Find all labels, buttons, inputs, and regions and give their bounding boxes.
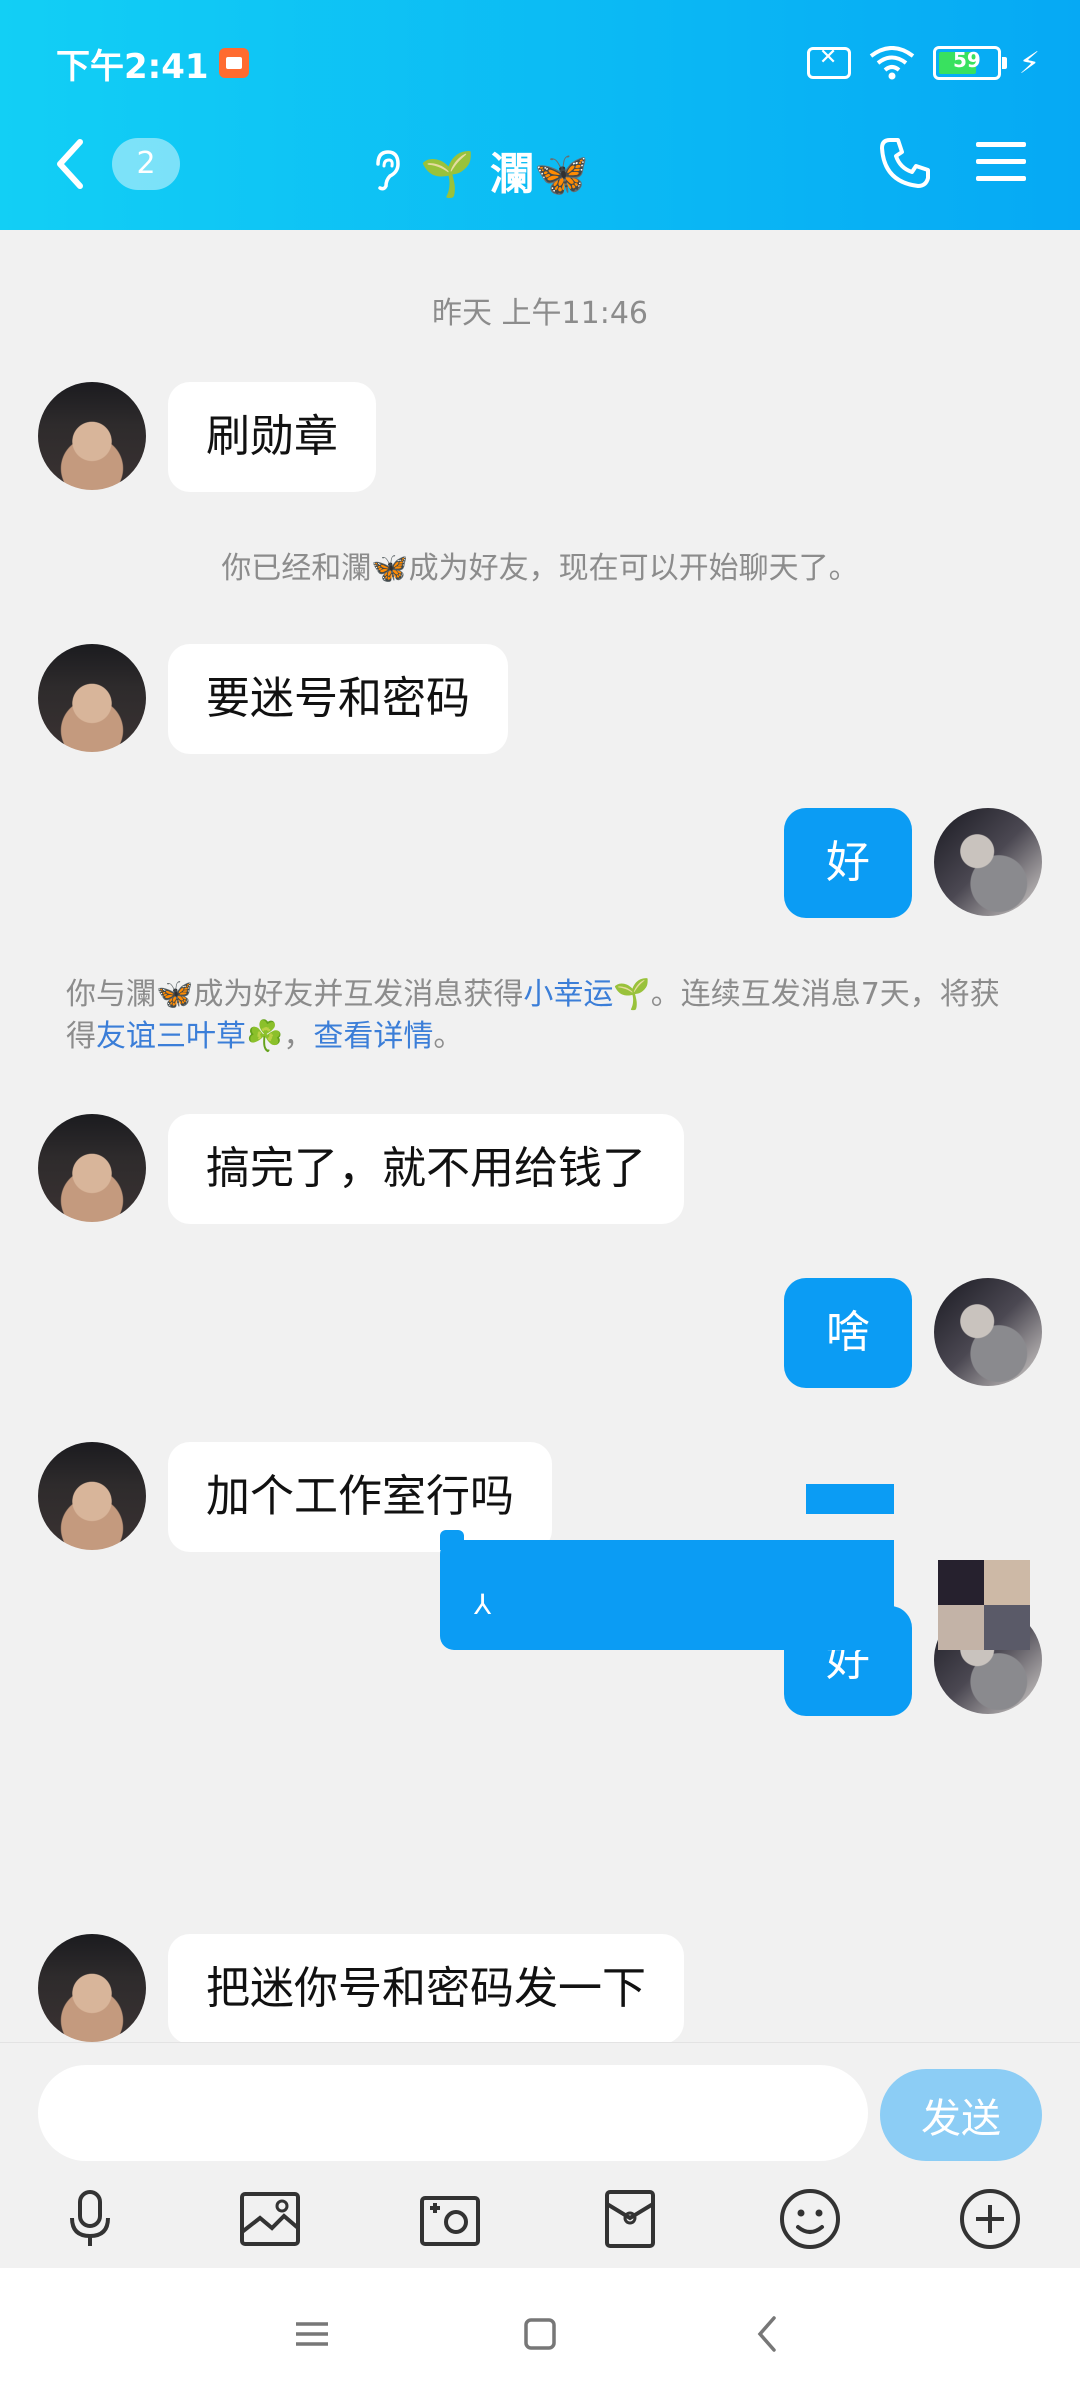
emoji-icon[interactable] xyxy=(775,2184,845,2254)
composer-toolbar xyxy=(0,2179,1080,2259)
unread-count-badge[interactable]: 2 xyxy=(112,138,180,190)
incoming-message[interactable]: 把迷你号和密码发一下 xyxy=(168,1934,684,2042)
clover-link[interactable]: 友谊三叶草☘️ xyxy=(96,1019,283,1054)
render-artifact: ⅄ xyxy=(440,1530,894,1650)
system-notice: 你已经和瀾🦋成为好友，现在可以开始聊天了。 xyxy=(221,551,859,586)
home-icon[interactable] xyxy=(516,2310,564,2358)
status-time: 下午2:41 xyxy=(56,46,209,87)
send-button[interactable]: 发送 xyxy=(880,2069,1042,2161)
notice-text: 。 xyxy=(433,1019,464,1054)
phone-call-icon[interactable] xyxy=(876,134,934,192)
chat-navbar: 2 🌱 瀾🦋 xyxy=(0,120,1080,210)
my-avatar[interactable] xyxy=(934,808,1042,916)
notice-text: ， xyxy=(283,1019,314,1054)
my-avatar[interactable] xyxy=(934,1278,1042,1386)
back-icon[interactable] xyxy=(50,134,90,194)
system-navigation-bar xyxy=(0,2268,1080,2400)
status-bar: 下午2:41 59 ⚡ xyxy=(56,38,1040,88)
composer: 发送 xyxy=(0,2042,1080,2269)
contact-avatar[interactable] xyxy=(38,644,146,752)
chat-title[interactable]: 🌱 瀾🦋 xyxy=(370,138,589,202)
screen-record-icon xyxy=(218,48,249,78)
view-details-link[interactable]: 查看详情 xyxy=(313,1019,433,1054)
ear-icon xyxy=(376,150,400,191)
message-input[interactable] xyxy=(38,2065,868,2161)
image-icon[interactable] xyxy=(235,2184,305,2254)
chat-messages[interactable]: 昨天 上午11:46 刷勋章 你已经和瀾🦋成为好友，现在可以开始聊天了。 要迷号… xyxy=(0,230,1080,2042)
contact-avatar[interactable] xyxy=(38,1442,146,1550)
incoming-message[interactable]: 刷勋章 xyxy=(168,382,376,492)
incoming-message[interactable]: 加个工作室行吗 xyxy=(168,1442,552,1552)
chat-timestamp: 昨天 上午11:46 xyxy=(432,296,648,331)
camera-icon[interactable] xyxy=(415,2184,485,2254)
contact-avatar[interactable] xyxy=(38,1934,146,2042)
battery-icon: 59 xyxy=(932,46,1007,80)
contact-avatar[interactable] xyxy=(38,382,146,490)
notice-text: 你与瀾🦋成为好友并互发消息获得 xyxy=(66,977,524,1012)
red-packet-icon[interactable] xyxy=(595,2184,665,2254)
cursor-glyph: ⅄ xyxy=(474,1588,492,1621)
charging-icon: ⚡ xyxy=(1018,45,1040,81)
contact-name: 🌱 瀾🦋 xyxy=(420,149,589,200)
battery-level: 59 xyxy=(953,48,981,72)
recent-apps-icon[interactable] xyxy=(288,2310,336,2358)
lucky-link[interactable]: 小幸运🌱 xyxy=(523,977,650,1012)
pixelated-avatar xyxy=(938,1560,1030,1650)
menu-icon[interactable] xyxy=(974,138,1028,186)
contact-avatar[interactable] xyxy=(38,1114,146,1222)
mic-icon[interactable] xyxy=(55,2184,125,2254)
render-artifact xyxy=(806,1484,894,1514)
friendship-notice: 你与瀾🦋成为好友并互发消息获得小幸运🌱。连续互发消息7天，将获得友谊三叶草☘️，… xyxy=(66,974,1026,1058)
plus-icon[interactable] xyxy=(955,2184,1025,2254)
status-icons: 59 ⚡ xyxy=(806,45,1040,81)
system-back-icon[interactable] xyxy=(744,2310,792,2358)
incoming-message[interactable]: 搞完了，就不用给钱了 xyxy=(168,1114,684,1224)
wifi-icon xyxy=(869,46,915,80)
app-header: 下午2:41 59 ⚡ 2 🌱 瀾🦋 xyxy=(0,0,1080,230)
incoming-message[interactable]: 要迷号和密码 xyxy=(168,644,508,754)
no-sim-icon xyxy=(806,45,851,79)
outgoing-message[interactable]: 啥 xyxy=(784,1278,912,1388)
outgoing-message[interactable]: 好 xyxy=(784,808,912,918)
